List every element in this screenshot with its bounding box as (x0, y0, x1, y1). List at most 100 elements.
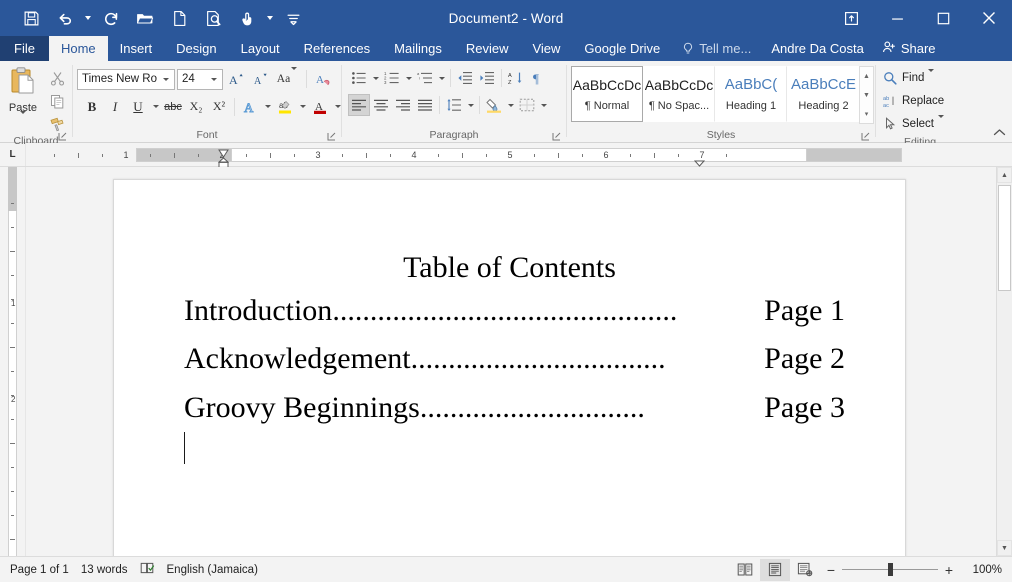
undo-icon[interactable] (48, 3, 82, 33)
justify-icon[interactable] (414, 94, 436, 116)
multilevel-list-icon[interactable]: ai (414, 67, 436, 89)
styles-scroll[interactable]: ▲ ▼ ▾ (859, 66, 874, 124)
tab-review[interactable]: Review (454, 36, 521, 61)
styles-dialog-launcher-icon[interactable] (861, 132, 871, 142)
font-color-icon[interactable]: A (309, 96, 331, 118)
shrink-font-icon[interactable]: A (249, 68, 271, 90)
align-center-icon[interactable] (370, 94, 392, 116)
copy-icon[interactable] (46, 91, 68, 111)
tab-layout[interactable]: Layout (229, 36, 292, 61)
document-body[interactable]: Table of Contents Introduction .........… (114, 180, 905, 466)
chevron-up-icon[interactable] (993, 128, 1006, 140)
borders-dropdown-icon[interactable] (538, 94, 549, 116)
scroll-thumb[interactable] (998, 185, 1011, 291)
font-size-combo[interactable]: 24 (177, 68, 223, 90)
proofing-errors-icon[interactable] (140, 561, 167, 578)
document-canvas[interactable]: Table of Contents Introduction .........… (26, 167, 996, 556)
increase-indent-icon[interactable] (476, 67, 498, 89)
read-mode-icon[interactable] (730, 559, 760, 581)
select-button[interactable]: Select (876, 112, 944, 135)
decrease-indent-icon[interactable] (454, 67, 476, 89)
tab-home[interactable]: Home (48, 36, 108, 61)
numbering-dropdown-icon[interactable] (403, 67, 414, 89)
bullets-dropdown-icon[interactable] (370, 67, 381, 89)
underline-dropdown-icon[interactable] (150, 96, 161, 118)
align-left-icon[interactable] (348, 94, 370, 116)
language-indicator[interactable]: English (Jamaica) (167, 564, 270, 576)
minimize-button[interactable] (874, 0, 920, 36)
bullets-icon[interactable] (348, 67, 370, 89)
italic-icon[interactable]: I (104, 96, 126, 118)
underline-icon[interactable]: U (127, 96, 149, 118)
touch-mode-icon[interactable] (230, 3, 264, 33)
web-layout-icon[interactable] (790, 559, 820, 581)
styles-more-icon[interactable]: ▾ (860, 104, 873, 123)
vertical-scrollbar[interactable]: ▲ ▼ (996, 167, 1012, 556)
tab-references[interactable]: References (292, 36, 382, 61)
style-heading-2[interactable]: AaBbCcE Heading 2 (787, 66, 859, 122)
strikethrough-icon[interactable]: abc (162, 96, 184, 118)
format-painter-icon[interactable] (46, 114, 68, 134)
style-heading-1[interactable]: AaBbC( Heading 1 (715, 66, 787, 122)
line-spacing-icon[interactable] (443, 94, 465, 116)
tell-me-search[interactable]: Tell me... (672, 36, 761, 61)
page-count[interactable]: Page 1 of 1 (10, 564, 81, 576)
text-effects-icon[interactable]: A (239, 96, 261, 118)
maximize-button[interactable] (920, 0, 966, 36)
borders-icon[interactable] (516, 94, 538, 116)
undo-dropdown-icon[interactable] (82, 3, 94, 33)
change-case-dropdown-icon[interactable] (291, 67, 298, 88)
save-icon[interactable] (14, 3, 48, 33)
find-button[interactable]: Find (876, 66, 935, 89)
numbering-icon[interactable]: 123 (381, 67, 403, 89)
style-normal[interactable]: AaBbCcDc ¶ Normal (571, 66, 643, 122)
cut-icon[interactable] (46, 68, 68, 88)
text-highlight-dropdown-icon[interactable] (297, 96, 308, 118)
touch-mode-dropdown-icon[interactable] (264, 3, 276, 33)
find-dropdown-icon[interactable] (928, 68, 935, 84)
show-formatting-marks-icon[interactable]: ¶ (527, 67, 549, 89)
customize-qat-icon[interactable] (276, 3, 310, 33)
zoom-level[interactable]: 100% (960, 564, 1002, 576)
zoom-out-button[interactable]: − (820, 562, 842, 578)
font-dialog-launcher-icon[interactable] (327, 132, 337, 142)
scroll-track[interactable] (997, 183, 1012, 540)
styles-scroll-down-icon[interactable]: ▼ (860, 86, 873, 105)
zoom-slider[interactable] (842, 559, 938, 581)
superscript-icon[interactable]: X² (208, 96, 230, 118)
zoom-slider-thumb[interactable] (888, 563, 893, 576)
print-preview-icon[interactable] (196, 3, 230, 33)
grow-font-icon[interactable]: A (225, 68, 247, 90)
change-case-button[interactable]: Aa (273, 67, 301, 88)
paragraph-dialog-launcher-icon[interactable] (552, 132, 562, 142)
scroll-down-icon[interactable]: ▼ (997, 540, 1012, 556)
open-icon[interactable] (128, 3, 162, 33)
line-spacing-dropdown-icon[interactable] (465, 94, 476, 116)
align-right-icon[interactable] (392, 94, 414, 116)
style-no-spacing[interactable]: AaBbCcDc ¶ No Spac... (643, 66, 715, 122)
select-dropdown-icon[interactable] (937, 114, 944, 130)
account-name[interactable]: Andre Da Costa (761, 36, 874, 61)
sort-icon[interactable]: AZ (505, 67, 527, 89)
text-effects-dropdown-icon[interactable] (262, 96, 273, 118)
vertical-ruler[interactable]: 1 2 (0, 167, 26, 556)
ribbon-display-options-icon[interactable] (828, 0, 874, 36)
document-page[interactable]: Table of Contents Introduction .........… (113, 179, 906, 556)
paste-dropdown-icon[interactable] (20, 111, 26, 132)
replace-button[interactable]: ab ac Replace (876, 89, 945, 112)
tab-mailings[interactable]: Mailings (382, 36, 454, 61)
scroll-up-icon[interactable]: ▲ (997, 167, 1012, 183)
tab-view[interactable]: View (520, 36, 572, 61)
font-size-dropdown-icon[interactable] (207, 77, 220, 81)
shading-dropdown-icon[interactable] (505, 94, 516, 116)
font-name-combo[interactable]: Times New Ro (77, 68, 175, 90)
shading-icon[interactable] (483, 94, 505, 116)
new-document-icon[interactable] (162, 3, 196, 33)
share-button[interactable]: Share (874, 36, 948, 61)
word-count[interactable]: 13 words (81, 564, 140, 576)
bold-icon[interactable]: B (81, 96, 103, 118)
redo-icon[interactable] (94, 3, 128, 33)
font-name-dropdown-icon[interactable] (159, 77, 172, 81)
clear-formatting-icon[interactable]: A (312, 68, 334, 90)
tab-insert[interactable]: Insert (108, 36, 165, 61)
